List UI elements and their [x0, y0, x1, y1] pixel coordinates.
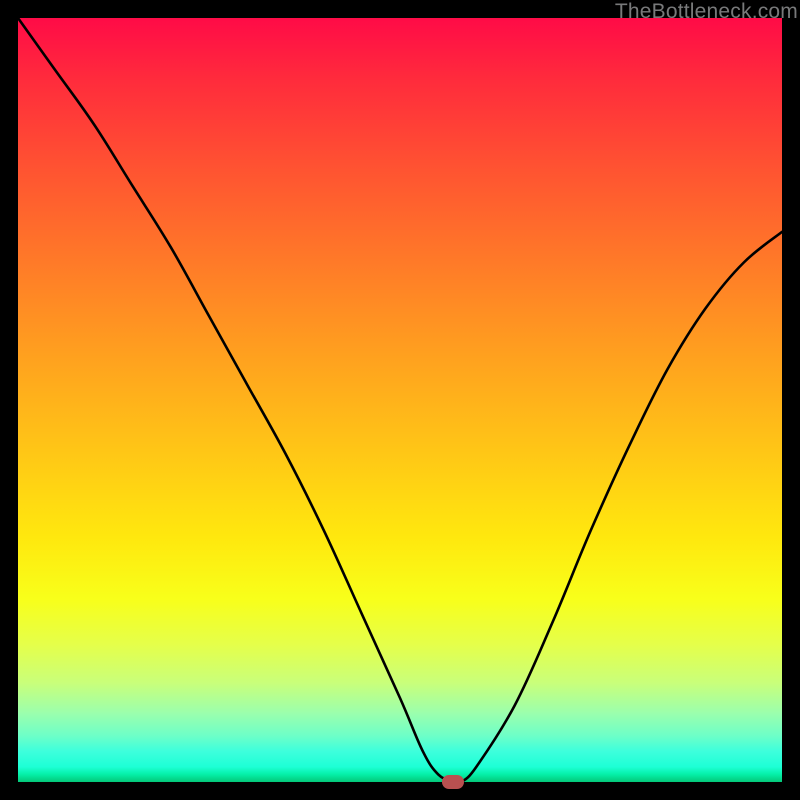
chart-frame: TheBottleneck.com	[0, 0, 800, 800]
optimal-point-marker	[442, 775, 464, 789]
watermark-text: TheBottleneck.com	[615, 0, 798, 24]
plot-area	[18, 18, 782, 782]
bottleneck-curve	[18, 18, 782, 782]
